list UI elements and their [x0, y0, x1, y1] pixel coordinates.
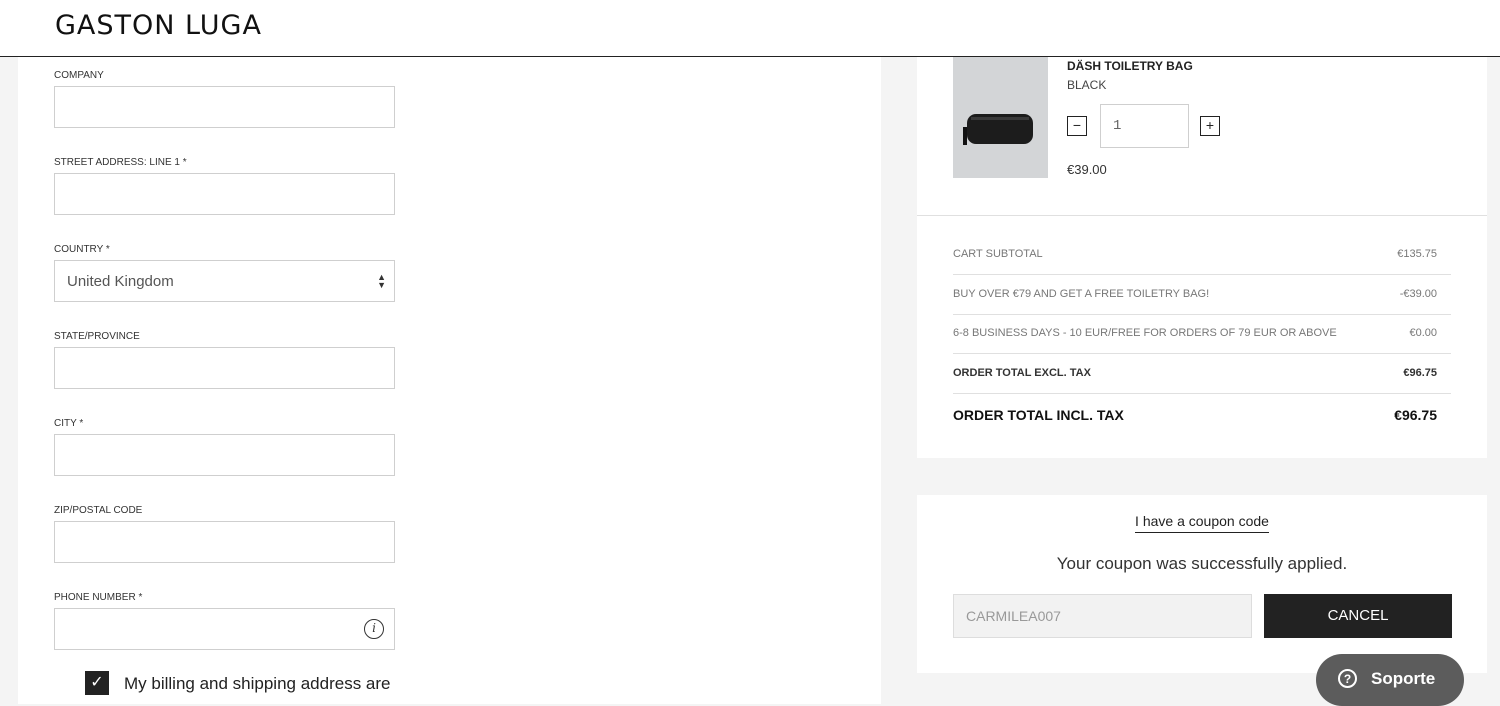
- product-image: [953, 57, 1048, 178]
- phone-input[interactable]: i: [54, 608, 395, 650]
- totals-row-excl-tax: ORDER TOTAL EXCL. TAX €96.75: [953, 354, 1451, 394]
- address-form: COMPANY STREET ADDRESS: LINE 1 * COUNTRY…: [18, 57, 881, 704]
- brand-logo[interactable]: GASTON LUGA: [55, 10, 262, 41]
- cart-summary: DÄSH TOILETRY BAG BLACK − 1 + €39.00 CAR…: [917, 57, 1487, 458]
- same-address-checkbox[interactable]: ✓: [85, 671, 109, 695]
- country-select[interactable]: United Kingdom ▲ ▼: [54, 260, 395, 302]
- qty-input[interactable]: 1: [1100, 104, 1189, 148]
- country-value: United Kingdom: [67, 273, 174, 290]
- support-label: Soporte: [1371, 669, 1436, 688]
- coupon-toggle: I have a coupon code: [917, 513, 1487, 533]
- state-input[interactable]: [54, 347, 395, 389]
- qty-increase-button[interactable]: +: [1200, 116, 1220, 136]
- select-arrows-icon: ▲ ▼: [377, 272, 386, 290]
- help-icon: ?: [1338, 669, 1357, 688]
- totals-row-incl-tax: ORDER TOTAL INCL. TAX €96.75: [953, 394, 1451, 433]
- totals-label: 6-8 BUSINESS DAYS - 10 EUR/FREE FOR ORDE…: [953, 327, 1337, 339]
- totals-row-subtotal: CART SUBTOTAL €135.75: [953, 235, 1451, 275]
- phone-label: PHONE NUMBER *: [54, 592, 143, 603]
- coupon-toggle-link[interactable]: I have a coupon code: [1135, 513, 1269, 533]
- city-input[interactable]: [54, 434, 395, 476]
- totals-value: €0.00: [1409, 327, 1437, 339]
- country-label: COUNTRY *: [54, 244, 110, 255]
- coupon-success-message: Your coupon was successfully applied.: [1056, 554, 1348, 573]
- zip-label: ZIP/POSTAL CODE: [54, 505, 143, 516]
- product-name[interactable]: DÄSH TOILETRY BAG: [1067, 59, 1193, 73]
- state-label: STATE/PROVINCE: [54, 331, 140, 342]
- totals-row-shipping: 6-8 BUSINESS DAYS - 10 EUR/FREE FOR ORDE…: [953, 314, 1451, 354]
- totals-label: ORDER TOTAL INCL. TAX: [953, 407, 1124, 423]
- city-label: CITY *: [54, 418, 84, 429]
- product-price: €39.00: [1067, 162, 1107, 177]
- site-header: GASTON LUGA: [0, 0, 1500, 57]
- zip-input[interactable]: [54, 521, 395, 563]
- totals-value: €135.75: [1397, 248, 1437, 260]
- support-button[interactable]: ? Soporte: [1316, 654, 1464, 706]
- divider: [917, 215, 1487, 216]
- totals-row-discount: BUY OVER €79 AND GET A FREE TOILETRY BAG…: [953, 275, 1451, 315]
- cancel-coupon-button[interactable]: CANCEL: [1264, 594, 1452, 638]
- totals-value: €96.75: [1403, 367, 1437, 379]
- same-address-label: My billing and shipping address are: [124, 674, 391, 693]
- product-color: BLACK: [1067, 78, 1107, 92]
- coupon-section: I have a coupon code Your coupon was suc…: [917, 495, 1487, 673]
- coupon-code-input[interactable]: CARMILEA007: [953, 594, 1252, 638]
- info-icon[interactable]: i: [364, 619, 384, 639]
- company-input[interactable]: [54, 86, 395, 128]
- street-label: STREET ADDRESS: LINE 1 *: [54, 157, 187, 168]
- totals-label: CART SUBTOTAL: [953, 248, 1043, 260]
- company-label: COMPANY: [54, 70, 104, 81]
- totals-value: €96.75: [1394, 407, 1437, 423]
- totals-value: -€39.00: [1399, 288, 1437, 300]
- totals-label: ORDER TOTAL EXCL. TAX: [953, 367, 1091, 379]
- qty-decrease-button[interactable]: −: [1067, 116, 1087, 136]
- street-input[interactable]: [54, 173, 395, 215]
- totals-label: BUY OVER €79 AND GET A FREE TOILETRY BAG…: [953, 288, 1210, 300]
